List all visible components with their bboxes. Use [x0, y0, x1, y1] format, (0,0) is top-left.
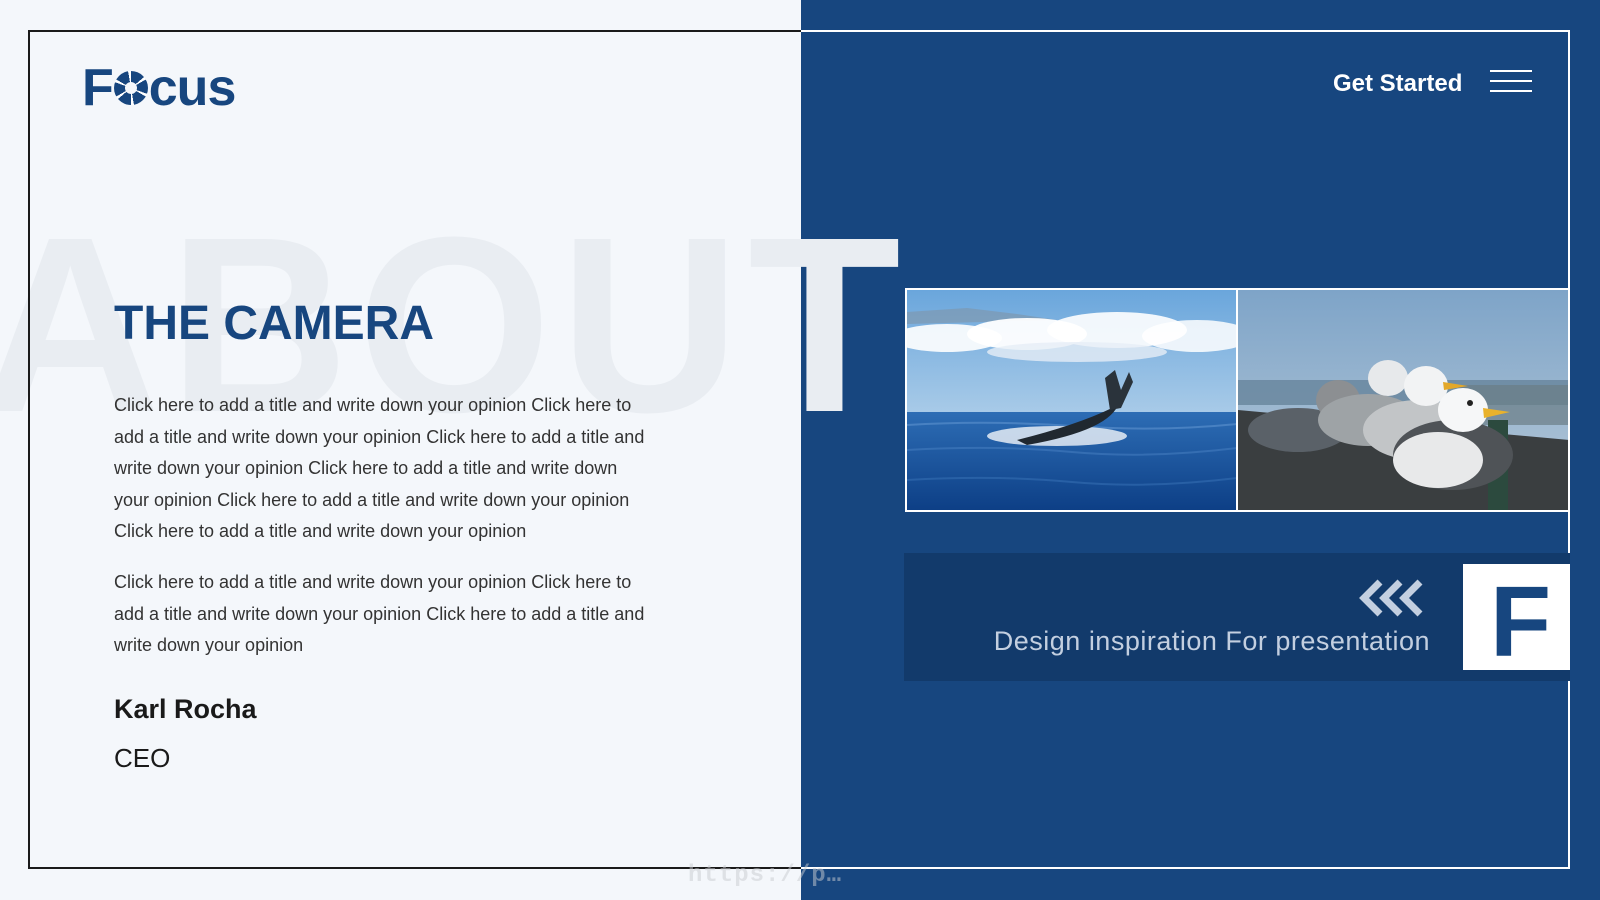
get-started-button[interactable]: Get Started — [1333, 70, 1462, 98]
triple-chevron-left-icon — [1359, 579, 1423, 617]
person-role: CEO — [114, 743, 171, 773]
camera-aperture-icon — [113, 71, 148, 105]
logo-suffix: cus — [148, 59, 237, 117]
right-frame-top-border — [801, 30, 1570, 32]
body-paragraph-1: Click here to add a title and write down… — [114, 395, 645, 541]
whale-photo — [907, 290, 1236, 510]
banner-letter: F — [1490, 566, 1552, 678]
seagulls-photo — [1238, 290, 1568, 510]
focus-logo[interactable]: F cus — [82, 59, 237, 117]
body-paragraph-2: Click here to add a title and write down… — [114, 572, 645, 655]
url-watermark: https://p… — [688, 862, 843, 889]
person-name: Karl Rocha — [114, 694, 257, 724]
logo-prefix: F — [82, 59, 114, 117]
hamburger-menu-icon[interactable] — [1490, 70, 1532, 94]
banner-text: Design inspiration For presentation — [993, 626, 1430, 656]
photo-gallery — [905, 288, 1570, 512]
page-title: THE CAMERA — [114, 297, 434, 350]
